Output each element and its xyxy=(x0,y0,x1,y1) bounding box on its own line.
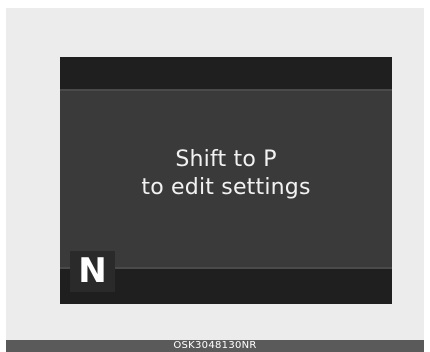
display-message: Shift to P to edit settings xyxy=(60,146,392,202)
figure-panel: Shift to P to edit settings N xyxy=(6,8,424,340)
message-line-1: Shift to P xyxy=(175,147,277,172)
figure-code-caption: OSK3048130NR xyxy=(6,340,424,352)
cluster-display: Shift to P to edit settings N xyxy=(60,57,392,304)
message-line-2: to edit settings xyxy=(141,175,311,200)
gear-indicator: N xyxy=(70,251,115,292)
display-top-bar xyxy=(60,57,392,91)
